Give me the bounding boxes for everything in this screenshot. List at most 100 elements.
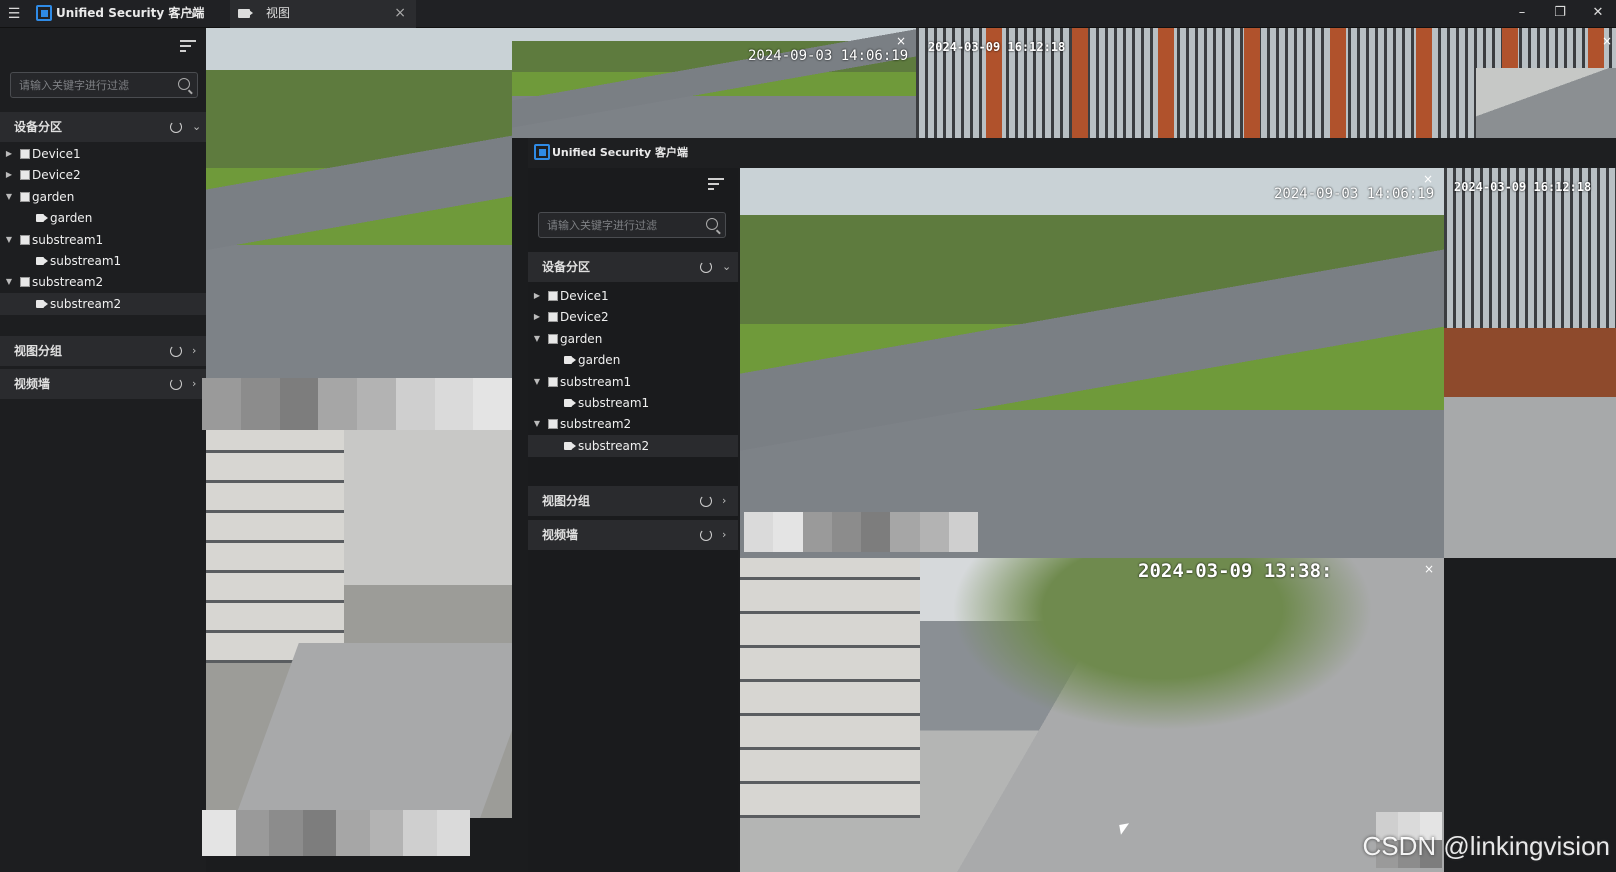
device-icon: [20, 191, 30, 202]
empty-tile[interactable]: [1444, 558, 1616, 872]
camera-icon: [36, 299, 48, 308]
video-tile-park-top[interactable]: 2024-09-03 14:06:19 ×: [512, 28, 916, 138]
watermark: CSDN @linkingvision: [1362, 831, 1610, 861]
chevron-down-icon[interactable]: ⌄: [192, 112, 201, 142]
tree-item-device[interactable]: ▼ substream1: [528, 371, 738, 393]
tree-item-label: garden: [578, 353, 621, 368]
video-tile-fence-large[interactable]: 2024-03-09 16:12:18: [1444, 168, 1616, 558]
refresh-icon[interactable]: [700, 261, 712, 273]
search-input[interactable]: [547, 213, 699, 237]
expand-caret-down-icon[interactable]: ▼: [4, 271, 14, 293]
tree-item-camera[interactable]: substream1: [0, 250, 206, 272]
tree-item-device[interactable]: ▼ substream2: [528, 413, 738, 435]
tree-item-camera[interactable]: substream1: [528, 392, 738, 414]
expand-caret-down-icon[interactable]: ▼: [532, 328, 542, 350]
camera-icon: [564, 399, 576, 407]
section-device-zone[interactable]: 设备分区 ⌄: [0, 112, 206, 142]
sidebar: 设备分区 ⌄ ▶ Device1 ▶ Device2 ▼ garden garden ▼ sub…: [0, 28, 206, 872]
expand-caret-right-icon[interactable]: ▶: [532, 306, 542, 328]
video-tile-park[interactable]: [206, 28, 512, 378]
video-timestamp: 2024-03-09 16:12:18: [928, 40, 1066, 54]
restore-button[interactable]: ❐: [1542, 0, 1578, 28]
search-icon[interactable]: [178, 78, 190, 90]
video-timestamp: 2024-03-09 16:12:18: [1454, 180, 1592, 194]
chevron-right-icon[interactable]: ›: [192, 369, 196, 399]
app-logo: [36, 5, 52, 21]
tree-item-device[interactable]: ▶ Device1: [528, 285, 738, 307]
section-label: 视频墙: [542, 528, 579, 542]
search-field[interactable]: [10, 72, 198, 98]
expand-caret-right-icon[interactable]: ▶: [532, 285, 542, 307]
tree-item-camera[interactable]: garden: [528, 349, 738, 371]
video-tile-fence-top[interactable]: 2024-03-09 16:12:18 ×: [916, 28, 1616, 138]
tree-item-device[interactable]: ▼ substream2: [0, 271, 206, 293]
tree-item-label: substream1: [32, 232, 104, 247]
video-tile-park-large[interactable]: 2024-09-03 14:06:19 ×: [740, 168, 1444, 558]
tree-item-camera[interactable]: garden: [0, 207, 206, 229]
expand-caret-down-icon[interactable]: ▼: [532, 413, 542, 435]
refresh-icon[interactable]: [700, 529, 712, 541]
tab-view[interactable]: 视图 ×: [230, 0, 416, 28]
camera-icon: [36, 257, 48, 265]
camera-icon: [564, 441, 576, 450]
tree-item-device[interactable]: ▼ garden: [528, 328, 738, 350]
search-field[interactable]: [538, 212, 726, 238]
device-icon: [548, 419, 558, 430]
expand-caret-right-icon[interactable]: ▶: [4, 143, 14, 165]
tree-item-camera[interactable]: substream2: [528, 434, 738, 457]
section-view-group[interactable]: 视图分组 ›: [0, 336, 206, 366]
video-tile-street[interactable]: [206, 430, 512, 818]
device-icon: [548, 376, 558, 387]
section-view-group[interactable]: 视图分组 ›: [528, 486, 738, 516]
expand-caret-right-icon[interactable]: ▶: [4, 164, 14, 186]
section-video-wall[interactable]: 视频墙 ›: [528, 520, 738, 550]
tile-close-icon[interactable]: ×: [896, 34, 906, 48]
search-icon[interactable]: [706, 218, 718, 230]
video-timestamp: 2024-03-09 13:38:: [1138, 560, 1333, 582]
tile-close-icon[interactable]: ×: [1424, 562, 1434, 576]
section-device-zone[interactable]: 设备分区 ⌄: [528, 252, 738, 282]
tree-item-device[interactable]: ▶ Device2: [0, 164, 206, 186]
chevron-right-icon[interactable]: ›: [192, 336, 196, 366]
privacy-mosaic: [202, 378, 512, 430]
tab-label: 视图: [266, 6, 291, 20]
tree-item-label: garden: [50, 211, 93, 226]
inner-sidebar: 设备分区 ⌄ ▶ Device1 ▶ Device2 ▼ garden garden ▼ sub…: [528, 168, 738, 872]
minimize-button[interactable]: –: [1504, 0, 1540, 28]
refresh-icon[interactable]: [170, 121, 182, 133]
tile-close-icon[interactable]: ×: [1602, 34, 1612, 48]
tree-item-device[interactable]: ▶ Device2: [528, 306, 738, 328]
menu-icon[interactable]: ☰: [4, 0, 24, 28]
tree-item-device[interactable]: ▶ Device1: [0, 143, 206, 165]
tree-item-label: substream1: [560, 374, 632, 389]
search-input[interactable]: [19, 73, 171, 97]
close-window-button[interactable]: ✕: [1580, 0, 1616, 28]
section-label: 视频墙: [14, 377, 51, 391]
video-timestamp: 2024-09-03 14:06:19: [1274, 186, 1435, 202]
sort-icon[interactable]: [708, 178, 724, 190]
tab-close-icon[interactable]: ×: [394, 0, 406, 26]
refresh-icon[interactable]: [700, 495, 712, 507]
chevron-right-icon[interactable]: ›: [722, 520, 726, 550]
chevron-right-icon[interactable]: ›: [722, 486, 726, 516]
refresh-icon[interactable]: [170, 378, 182, 390]
tree-item-device[interactable]: ▼ substream1: [0, 229, 206, 251]
sort-icon[interactable]: [180, 40, 196, 52]
camera-icon: [564, 356, 576, 365]
mouse-cursor-icon: [1119, 823, 1131, 835]
expand-caret-down-icon[interactable]: ▼: [4, 229, 14, 251]
tile-close-icon[interactable]: ×: [1423, 172, 1433, 186]
home-icon[interactable]: ⌂: [180, 0, 200, 28]
expand-caret-down-icon[interactable]: ▼: [4, 186, 14, 208]
tree-item-label: substream1: [578, 396, 650, 410]
section-video-wall[interactable]: 视频墙 ›: [0, 369, 206, 399]
tree-item-camera[interactable]: substream2: [0, 292, 206, 315]
chevron-down-icon[interactable]: ⌄: [722, 252, 731, 282]
refresh-icon[interactable]: [170, 345, 182, 357]
expand-caret-down-icon[interactable]: ▼: [532, 371, 542, 393]
tree-item-device[interactable]: ▼ garden: [0, 186, 206, 208]
section-label: 设备分区: [14, 120, 63, 134]
video-tile-street-large[interactable]: 2024-03-09 13:38: ×: [740, 558, 1444, 872]
tree-item-label: Device2: [560, 310, 609, 325]
tree-item-label: garden: [32, 189, 75, 204]
